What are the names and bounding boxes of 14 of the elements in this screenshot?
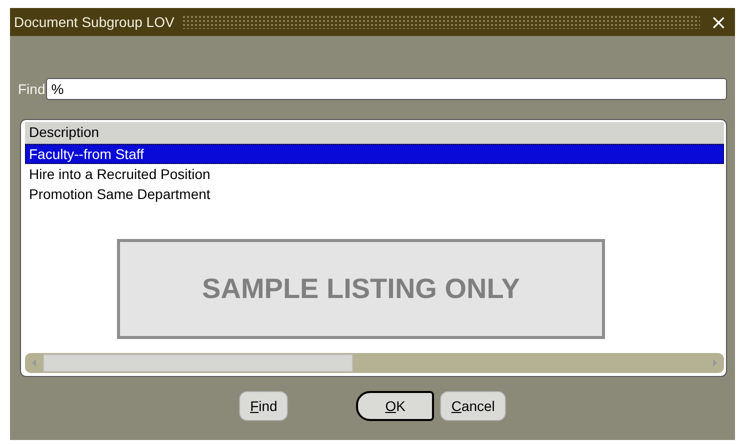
find-field[interactable]: % [46, 78, 727, 100]
window-title: Document Subgroup LOV [14, 14, 174, 30]
horizontal-scrollbar[interactable] [25, 353, 724, 373]
list-item[interactable]: Faculty--from Staff [25, 144, 724, 164]
list-item[interactable]: Promotion Same Department [25, 184, 724, 204]
dialog-button[interactable]: Cancel [440, 391, 506, 421]
sample-notice: SAMPLE LISTING ONLY [117, 239, 605, 339]
dialog-button[interactable]: OK [356, 391, 434, 421]
list-item[interactable]: Hire into a Recruited Position [25, 164, 724, 184]
close-button[interactable]: × [708, 12, 729, 32]
find-label: Find [18, 81, 46, 97]
scroll-thumb[interactable] [43, 354, 353, 372]
dialog-button[interactable]: Find [239, 391, 288, 421]
column-header[interactable]: Description [25, 122, 724, 144]
